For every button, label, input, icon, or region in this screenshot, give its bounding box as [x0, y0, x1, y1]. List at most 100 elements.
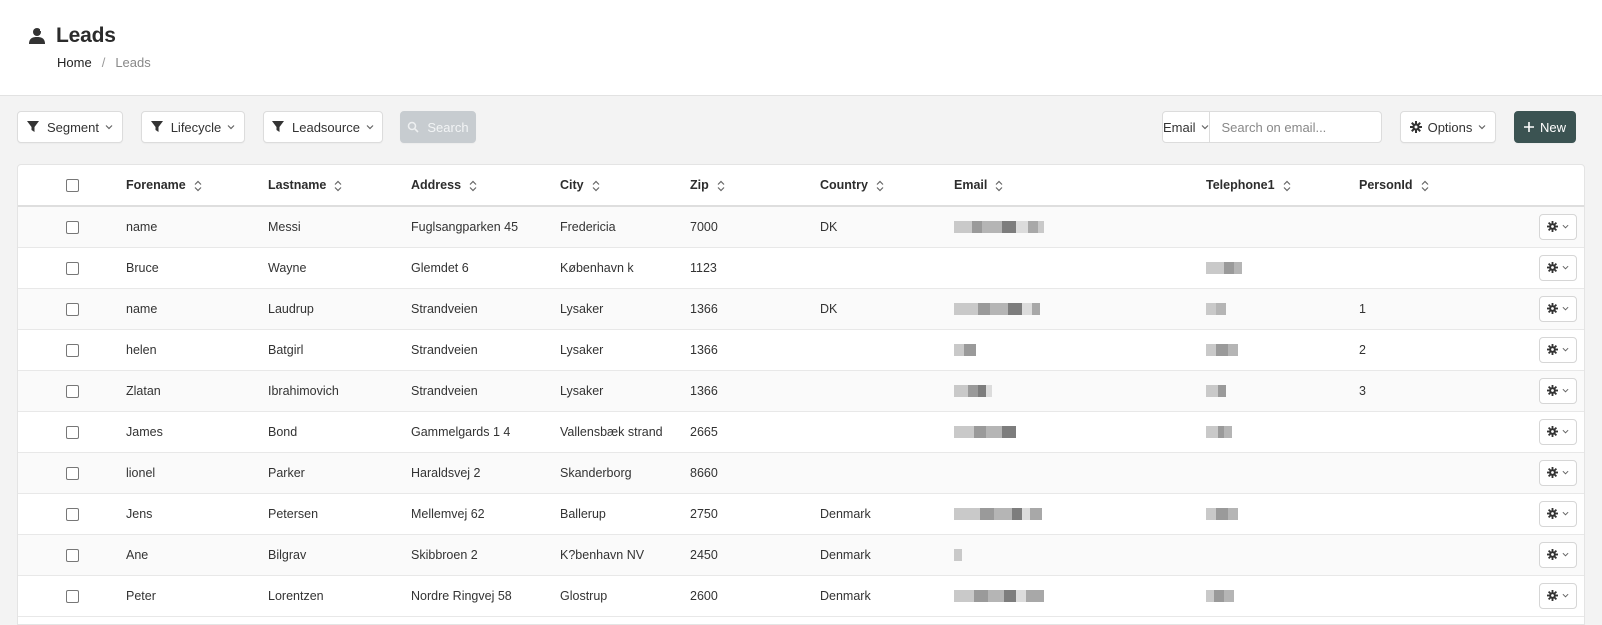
table-row[interactable]: Ane Bilgrav Skibbroen 2 K?benhavn NV 2450 Den…: [18, 534, 1584, 575]
cell-forename: Ane: [126, 547, 149, 562]
options-button[interactable]: Options: [1400, 111, 1496, 143]
row-checkbox[interactable]: [65, 384, 79, 398]
column-header-address[interactable]: Address: [411, 165, 560, 207]
row-actions-cell: [1539, 493, 1584, 534]
cell-address: Strandveien: [411, 301, 478, 316]
row-select-cell: [18, 288, 126, 329]
breadcrumb-home[interactable]: Home: [57, 55, 92, 70]
row-checkbox[interactable]: [65, 425, 79, 439]
gear-icon: [1547, 426, 1558, 437]
cell-forename: lionel: [126, 465, 156, 480]
telephone-redacted: [1206, 549, 1216, 561]
cell-lastname: Ibrahimovich: [268, 383, 339, 398]
email-redacted: [954, 426, 1016, 439]
cell-address: Strandveien: [411, 342, 478, 357]
cell-email: [954, 370, 1206, 411]
cell-email: [954, 575, 1206, 616]
cell-country: DK: [820, 301, 838, 316]
column-header-forename[interactable]: Forename: [126, 165, 268, 207]
cell-personid: [1359, 247, 1539, 288]
row-actions-button[interactable]: [1539, 336, 1577, 363]
cell-country: [820, 411, 954, 452]
row-select-cell: [18, 452, 126, 493]
email-search-input[interactable]: [1209, 112, 1410, 142]
sort-icon: [334, 180, 342, 192]
column-header-country[interactable]: Country: [820, 165, 954, 207]
column-header-email[interactable]: Email: [954, 165, 1206, 207]
row-actions-button[interactable]: [1539, 582, 1577, 609]
breadcrumb: Home / Leads: [57, 55, 151, 70]
column-header-lastname[interactable]: Lastname: [268, 165, 411, 207]
email-field-select[interactable]: Email: [1163, 112, 1210, 142]
cell-zip: 2450: [690, 547, 718, 562]
cell-city: Ballerup: [560, 506, 606, 521]
table-row[interactable]: helen Batgirl Strandveien Lysaker 1366 2: [18, 329, 1584, 370]
cell-address: Gammelgards 1 4: [411, 424, 511, 439]
row-checkbox[interactable]: [65, 220, 79, 234]
cell-lastname: Bond: [268, 424, 298, 439]
row-actions-button[interactable]: [1539, 295, 1577, 322]
row-checkbox[interactable]: [65, 343, 79, 357]
row-actions-cell: [1539, 411, 1584, 452]
gear-icon: [1547, 221, 1558, 233]
lifecycle-filter-button[interactable]: Lifecycle: [141, 111, 245, 143]
cell-country: Denmark: [820, 547, 871, 562]
chevron-down-icon: [1562, 225, 1569, 229]
row-actions-button[interactable]: [1539, 377, 1577, 404]
new-button-label: New: [1539, 119, 1566, 135]
cell-lastname: Petersen: [268, 506, 319, 521]
cell-city: Lysaker: [560, 383, 604, 398]
row-checkbox[interactable]: [65, 548, 79, 562]
cell-country: [820, 452, 954, 493]
segment-filter-label: Segment: [46, 119, 100, 135]
chevron-down-icon: [1478, 125, 1486, 130]
table-row[interactable]: Peter Lorentzen Nordre Ringvej 58 Glostrup 2…: [18, 575, 1584, 616]
row-actions-button[interactable]: [1539, 541, 1577, 568]
column-header-city[interactable]: City: [560, 165, 690, 207]
segment-filter-button[interactable]: Segment: [17, 111, 123, 143]
row-actions-button[interactable]: [1539, 418, 1577, 445]
row-actions-button[interactable]: [1539, 254, 1577, 281]
row-checkbox[interactable]: [65, 507, 79, 521]
search-button[interactable]: Search: [400, 111, 476, 143]
telephone-redacted: [1206, 344, 1238, 357]
row-checkbox[interactable]: [65, 302, 79, 316]
table-row[interactable]: James Bond Gammelgards 1 4 Vallensbæk stran…: [18, 411, 1584, 452]
row-checkbox[interactable]: [65, 466, 79, 480]
row-checkbox[interactable]: [65, 261, 79, 275]
row-actions-cell: [1539, 370, 1584, 411]
table-row[interactable]: lionel Parker Haraldsvej 2 Skanderborg 8660: [18, 452, 1584, 493]
column-header-personid[interactable]: PersonId: [1359, 165, 1539, 207]
leadsource-filter-button[interactable]: Leadsource: [263, 111, 383, 143]
cell-city: Skanderborg: [560, 465, 632, 480]
row-actions-button[interactable]: [1539, 500, 1577, 527]
select-all-cell: [18, 165, 126, 207]
cell-address: Skibbroen 2: [411, 547, 478, 562]
telephone-redacted: [1206, 221, 1216, 233]
search-icon: [408, 121, 419, 133]
row-checkbox[interactable]: [65, 589, 79, 603]
cell-zip: 8660: [690, 465, 718, 480]
row-select-cell: [18, 534, 126, 575]
table-row[interactable]: Bruce Wayne Glemdet 6 København k 1123: [18, 247, 1584, 288]
column-header-zip[interactable]: Zip: [690, 165, 820, 207]
cell-personid: [1359, 534, 1539, 575]
row-select-cell: [18, 329, 126, 370]
row-actions-button[interactable]: [1539, 459, 1577, 486]
new-button[interactable]: New: [1514, 111, 1576, 143]
chevron-down-icon: [1562, 347, 1569, 352]
row-actions-button[interactable]: [1539, 213, 1577, 240]
cell-forename: Bruce: [126, 260, 159, 275]
chevron-down-icon: [227, 125, 235, 130]
cell-forename: James: [126, 424, 163, 439]
table-row[interactable]: name Laudrup Strandveien Lysaker 1366 DK 1: [18, 288, 1584, 329]
table-row[interactable]: Jens Petersen Mellemvej 62 Ballerup 2750 Denm…: [18, 493, 1584, 534]
sort-icon: [995, 180, 1003, 192]
email-redacted: [954, 467, 964, 479]
chevron-down-icon: [1562, 306, 1569, 311]
table-row[interactable]: name Messi Fuglsangparken 45 Fredericia 7000…: [18, 206, 1584, 247]
table-row[interactable]: Zlatan Ibrahimovich Strandveien Lysaker 1366…: [18, 370, 1584, 411]
select-all-checkbox[interactable]: [65, 179, 79, 193]
column-header-telephone1[interactable]: Telephone1: [1206, 165, 1359, 207]
cell-city: Lysaker: [560, 301, 604, 316]
